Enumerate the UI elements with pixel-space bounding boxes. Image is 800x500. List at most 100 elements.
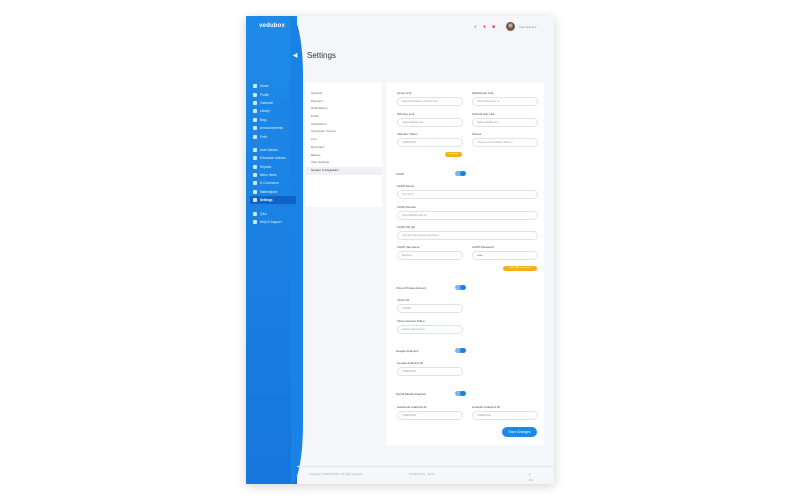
sidebar-item-education-actions[interactable]: Education Actions: [250, 154, 296, 162]
social-analytics-toggle[interactable]: [455, 390, 466, 396]
linkedin-analytics-label: LinkedIn Analytics ID: [472, 405, 500, 409]
sidebar-item-help[interactable]: Help & Support: [250, 218, 296, 226]
settings-tab-general[interactable]: General: [306, 90, 382, 98]
vimeo-toggle[interactable]: [455, 284, 466, 290]
sidebar-item-announcements[interactable]: Announcements: [250, 124, 296, 132]
footer-links[interactable]: Privacy Policy · Terms: [409, 473, 434, 476]
sidebar-item-menu-items[interactable]: Menu Items: [250, 171, 296, 179]
settings-tab-instructions[interactable]: Instructions: [306, 121, 382, 129]
save-changes-button[interactable]: Save Changes: [502, 427, 537, 437]
ldap-domain-input[interactable]: https://ldapdomain.uz: [397, 211, 538, 220]
vedubox-token-label: Vedubox Token: [397, 132, 418, 136]
sidebar-item-user-actions[interactable]: User Actions: [250, 146, 296, 154]
home-icon: [253, 84, 257, 89]
sidebar-item-calendar[interactable]: Calendar: [250, 99, 296, 107]
ldap-server-input[interactable]: 10.0.0.0.0: [397, 190, 538, 199]
ldap-label: LDAP: [396, 172, 404, 176]
sidebar-item-profile[interactable]: Profile: [250, 90, 296, 98]
notification-icon[interactable]: ●: [482, 25, 487, 30]
facebook-analytics-label: Facebook Analytics ID: [397, 405, 427, 409]
settings-tab-email[interactable]: Email: [306, 113, 382, 121]
settings-tab-test-exam[interactable]: Test Exam Course: [306, 128, 382, 136]
settings-tab-view[interactable]: View Settings: [306, 159, 382, 167]
subdomain-link-label: Subdomain Link: [472, 91, 494, 95]
linkedin-analytics-input[interactable]: T0dEbGXtE: [472, 411, 538, 420]
question-icon: [253, 211, 257, 216]
footer-copyright: Copyright © 2020 Vedubox. All rights res…: [309, 473, 363, 476]
edit-icon: [253, 117, 257, 122]
vimeo-token-input[interactable]: access-token-vimeo: [397, 325, 463, 334]
android-app-link-label: Android App Link: [472, 112, 495, 116]
footer: Copyright © 2020 Vedubox. All rights res…: [297, 466, 554, 484]
user-icon: [253, 92, 257, 97]
help-icon: [253, 220, 257, 225]
top-header: [297, 16, 554, 42]
sidebar-nav: Home Profile Calendar Library Blog Annou…: [250, 82, 296, 226]
sidebar-item-reports[interactable]: Reports: [250, 163, 296, 171]
test-ldap-button[interactable]: Test LDAP Connection: [503, 266, 537, 271]
settings-nav: General Payment Notifications Email Inst…: [306, 83, 382, 207]
ldap-password-input[interactable]: ••••••: [472, 251, 538, 260]
google-analytics-label: Google Analytics: [396, 349, 419, 353]
ldap-dn-label: LDAP DN (to): [397, 225, 416, 229]
sidebar-item-settings[interactable]: Settings: [250, 196, 296, 205]
app-window: vedubox ◀ Home Profile Calendar Library …: [246, 16, 554, 484]
vimeo-label: Vimeo Private Account: [396, 286, 427, 290]
vedubox-token-input[interactable]: T0dEbGXtE: [397, 138, 463, 147]
logo[interactable]: vedubox: [259, 23, 285, 29]
subdomain-link-input[interactable]: https://blogname.uz: [472, 97, 538, 106]
menu-icon: [253, 173, 257, 178]
ldap-username-input[interactable]: ldapuser: [397, 251, 463, 260]
settings-tab-banner[interactable]: Banner: [306, 152, 382, 160]
collapse-sidebar-icon[interactable]: ◀: [291, 52, 299, 60]
google-analytics-toggle[interactable]: [455, 347, 466, 353]
facebook-analytics-input[interactable]: T0dEbGXtE: [397, 411, 463, 420]
sidebar-item-marketplace[interactable]: Marketplace: [250, 188, 296, 196]
users-icon: [253, 147, 257, 152]
android-app-link-input[interactable]: //apps.fastlink.com: [472, 118, 538, 127]
settings-tab-recorded[interactable]: Recorded: [306, 144, 382, 152]
ios-app-link-label: iOS App Link: [397, 112, 415, 116]
settings-tab-notifications[interactable]: Notifications: [306, 105, 382, 113]
vimeo-id-label: Vimeo ID: [397, 298, 410, 302]
language-selector[interactable]: EN ▾: [529, 473, 533, 482]
gear-icon: [253, 198, 257, 203]
home-link-label: Home Link: [397, 91, 412, 95]
sidebar-item-library[interactable]: Library: [250, 107, 296, 115]
ldap-domain-label: LDAP Domain: [397, 205, 416, 209]
megaphone-icon: [253, 126, 257, 131]
vimeo-id-input[interactable]: 122345: [397, 304, 463, 313]
message-icon[interactable]: ■: [491, 25, 496, 30]
sidebar-item-blog[interactable]: Blog: [250, 116, 296, 124]
settings-tab-live[interactable]: Live: [306, 136, 382, 144]
avatar[interactable]: [506, 22, 515, 31]
settings-tab-system-integration[interactable]: System & Integration: [306, 166, 382, 175]
settings-tab-payment[interactable]: Payment: [306, 98, 382, 106]
sidebar-item-qa[interactable]: Q&A: [250, 209, 296, 217]
user-name[interactable]: User Name ▾: [519, 25, 537, 29]
generate-token-button[interactable]: Generate: [445, 152, 462, 157]
home-link-input[interactable]: https://blogvedox.vedubox.com: [397, 97, 463, 106]
ldap-toggle[interactable]: [455, 170, 466, 176]
report-icon: [253, 164, 257, 169]
store-icon: [253, 189, 257, 194]
book-icon: [253, 109, 257, 114]
social-analytics-label: Social Media Analytics: [396, 392, 426, 396]
page-title: Settings: [307, 51, 336, 60]
chart-icon: [253, 134, 257, 139]
ldap-username-label: LDAP Username: [397, 245, 420, 249]
cart-icon: [253, 181, 257, 186]
ldap-password-label: LDAP Password: [472, 245, 494, 249]
google-analytics-id-input[interactable]: T0dEbGXtE: [397, 367, 463, 376]
iframe-input[interactable]: <iframe src='//vedubox.iframe'>: [472, 138, 538, 147]
calendar-icon: [253, 100, 257, 105]
vimeo-token-label: Vimeo Access Token: [397, 319, 425, 323]
graduation-icon: [253, 156, 257, 161]
sidebar-item-ecommerce[interactable]: E-Commerce: [250, 179, 296, 187]
sidebar-item-polls[interactable]: Polls: [250, 132, 296, 140]
ios-app-link-input[interactable]: //apps.fastlink.com: [397, 118, 463, 127]
ldap-dn-input[interactable]: ou=users,dc=company,dc=local: [397, 231, 538, 240]
sidebar-item-home[interactable]: Home: [250, 82, 296, 90]
search-icon[interactable]: ⌕: [473, 25, 478, 30]
google-analytics-id-label: Google Analytics ID: [397, 361, 424, 365]
